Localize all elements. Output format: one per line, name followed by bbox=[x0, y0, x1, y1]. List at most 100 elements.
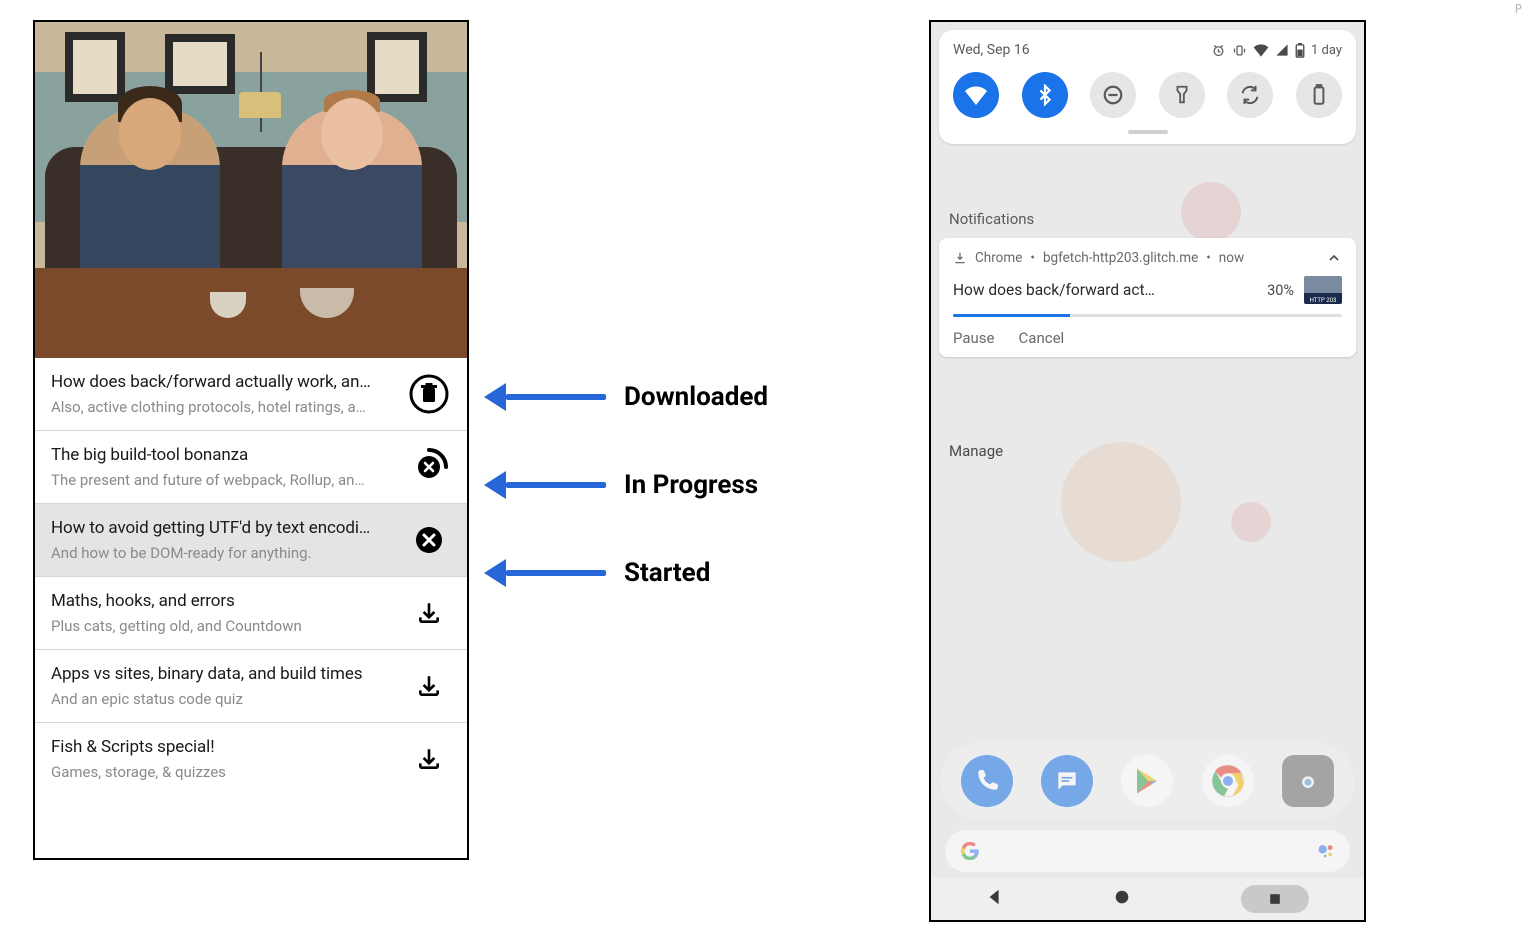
signal-status-icon bbox=[1275, 43, 1289, 57]
hero-video-thumbnail[interactable] bbox=[35, 22, 467, 358]
quick-settings-card: Wed, Sep 16 1 day bbox=[939, 30, 1356, 144]
episode-item[interactable]: The big build-tool bonanza The present a… bbox=[35, 431, 467, 504]
toggle-flashlight[interactable] bbox=[1159, 72, 1205, 118]
dock-app-messages[interactable] bbox=[1041, 755, 1093, 807]
flashlight-icon bbox=[1172, 84, 1192, 106]
annotation-label: Downloaded bbox=[624, 382, 768, 412]
notification-title: How does back/forward act… bbox=[953, 281, 1155, 299]
episode-subtitle: Games, storage, & quizzes bbox=[51, 763, 397, 781]
download-progress-bar bbox=[953, 314, 1342, 317]
dock-app-phone[interactable] bbox=[961, 755, 1013, 807]
arrowhead-icon bbox=[484, 383, 506, 411]
chrome-icon bbox=[1211, 764, 1245, 798]
expand-handle[interactable] bbox=[1128, 130, 1168, 134]
toggle-battery-saver[interactable] bbox=[1296, 72, 1342, 118]
download-icon bbox=[416, 746, 442, 772]
notification-cancel-button[interactable]: Cancel bbox=[1019, 329, 1065, 347]
episode-title: Fish & Scripts special! bbox=[51, 737, 397, 757]
wifi-status-icon bbox=[1253, 43, 1269, 57]
android-notification-shade: Wed, Sep 16 1 day bbox=[929, 20, 1366, 922]
episode-title: The big build-tool bonanza bbox=[51, 445, 397, 465]
episode-item[interactable]: How to avoid getting UTF'd by text encod… bbox=[35, 504, 467, 577]
episode-title: Apps vs sites, binary data, and build ti… bbox=[51, 664, 397, 684]
episode-subtitle: And how to be DOM-ready for anything. bbox=[51, 544, 397, 562]
trash-icon bbox=[408, 373, 450, 415]
annotation-label: Started bbox=[624, 558, 710, 588]
annotation-arrow-started: Started bbox=[484, 558, 710, 588]
cancel-icon bbox=[414, 525, 444, 555]
download-icon bbox=[416, 673, 442, 699]
episode-item[interactable]: Fish & Scripts special! Games, storage, … bbox=[35, 723, 467, 795]
dock-app-chrome[interactable] bbox=[1202, 755, 1254, 807]
home-icon bbox=[1113, 888, 1131, 906]
notification-time: now bbox=[1219, 250, 1244, 266]
toggle-autorotate[interactable] bbox=[1227, 72, 1273, 118]
nav-recents-button[interactable] bbox=[1241, 885, 1309, 913]
episode-subtitle: Plus cats, getting old, and Countdown bbox=[51, 617, 397, 635]
cancel-download-inprogress-button[interactable] bbox=[407, 446, 451, 488]
episode-title: Maths, hooks, and errors bbox=[51, 591, 397, 611]
download-button[interactable] bbox=[407, 673, 451, 699]
episode-item[interactable]: Maths, hooks, and errors Plus cats, gett… bbox=[35, 577, 467, 650]
nav-back-button[interactable] bbox=[986, 888, 1004, 910]
notification-thumbnail: HTTP 203 bbox=[1304, 276, 1342, 304]
download-button[interactable] bbox=[407, 600, 451, 626]
quick-settings-toggles bbox=[953, 72, 1342, 118]
annotation-label: In Progress bbox=[624, 470, 758, 500]
status-date: Wed, Sep 16 bbox=[953, 42, 1030, 58]
phone-icon bbox=[974, 768, 1000, 794]
download-notification[interactable]: Chrome • bgfetch-http203.glitch.me • now… bbox=[939, 238, 1356, 357]
annotation-arrow-inprogress: In Progress bbox=[484, 470, 758, 500]
toggle-dnd[interactable] bbox=[1090, 72, 1136, 118]
recents-icon bbox=[1267, 891, 1283, 907]
notification-pause-button[interactable]: Pause bbox=[953, 329, 995, 347]
cancel-download-started-button[interactable] bbox=[407, 525, 451, 555]
toggle-bluetooth[interactable] bbox=[1022, 72, 1068, 118]
camera-icon bbox=[1294, 769, 1322, 793]
episode-list: How does back/forward actually work, an…… bbox=[35, 358, 467, 795]
google-g-icon bbox=[959, 840, 981, 862]
podcast-app-panel: How does back/forward actually work, an…… bbox=[33, 20, 469, 860]
dnd-icon bbox=[1102, 84, 1124, 106]
vibrate-icon bbox=[1232, 43, 1247, 58]
navigation-bar bbox=[931, 878, 1364, 920]
annotation-arrow-downloaded: Downloaded bbox=[484, 382, 768, 412]
progress-fill bbox=[953, 314, 1070, 317]
messages-icon bbox=[1054, 768, 1080, 794]
arrowhead-icon bbox=[484, 471, 506, 499]
section-label-notifications: Notifications bbox=[949, 210, 1034, 228]
wifi-icon bbox=[964, 85, 988, 105]
search-pill[interactable] bbox=[945, 830, 1350, 872]
nav-home-button[interactable] bbox=[1113, 888, 1131, 910]
chevron-up-icon[interactable] bbox=[1326, 250, 1342, 266]
download-icon bbox=[416, 600, 442, 626]
episode-subtitle: The present and future of webpack, Rollu… bbox=[51, 471, 397, 489]
status-bar-icons: 1 day bbox=[1211, 43, 1342, 58]
notification-app: Chrome bbox=[975, 250, 1022, 266]
bluetooth-icon bbox=[1034, 84, 1056, 106]
app-dock bbox=[941, 742, 1354, 820]
episode-title: How does back/forward actually work, an… bbox=[51, 372, 397, 392]
delete-button[interactable] bbox=[407, 373, 451, 415]
notification-percent: 30% bbox=[1257, 282, 1294, 299]
battery-status-icon bbox=[1295, 43, 1305, 58]
crop-marker: P bbox=[1515, 2, 1522, 16]
assistant-icon bbox=[1316, 841, 1336, 861]
toggle-wifi[interactable] bbox=[953, 72, 999, 118]
alarm-icon bbox=[1211, 43, 1226, 58]
download-small-icon bbox=[953, 251, 967, 265]
dock-app-playstore[interactable] bbox=[1121, 755, 1173, 807]
notification-source: bgfetch-http203.glitch.me bbox=[1043, 250, 1198, 266]
autorotate-icon bbox=[1239, 84, 1261, 106]
arrowhead-icon bbox=[484, 559, 506, 587]
episode-subtitle: And an epic status code quiz bbox=[51, 690, 397, 708]
episode-subtitle: Also, active clothing protocols, hotel r… bbox=[51, 398, 397, 416]
episode-item[interactable]: Apps vs sites, binary data, and build ti… bbox=[35, 650, 467, 723]
download-button[interactable] bbox=[407, 746, 451, 772]
dock-app-camera[interactable] bbox=[1282, 755, 1334, 807]
cancel-progress-icon bbox=[408, 446, 450, 488]
manage-notifications-button[interactable]: Manage bbox=[949, 442, 1003, 460]
battery-status-text: 1 day bbox=[1311, 43, 1342, 58]
battery-icon bbox=[1312, 84, 1326, 106]
episode-item[interactable]: How does back/forward actually work, an…… bbox=[35, 358, 467, 431]
